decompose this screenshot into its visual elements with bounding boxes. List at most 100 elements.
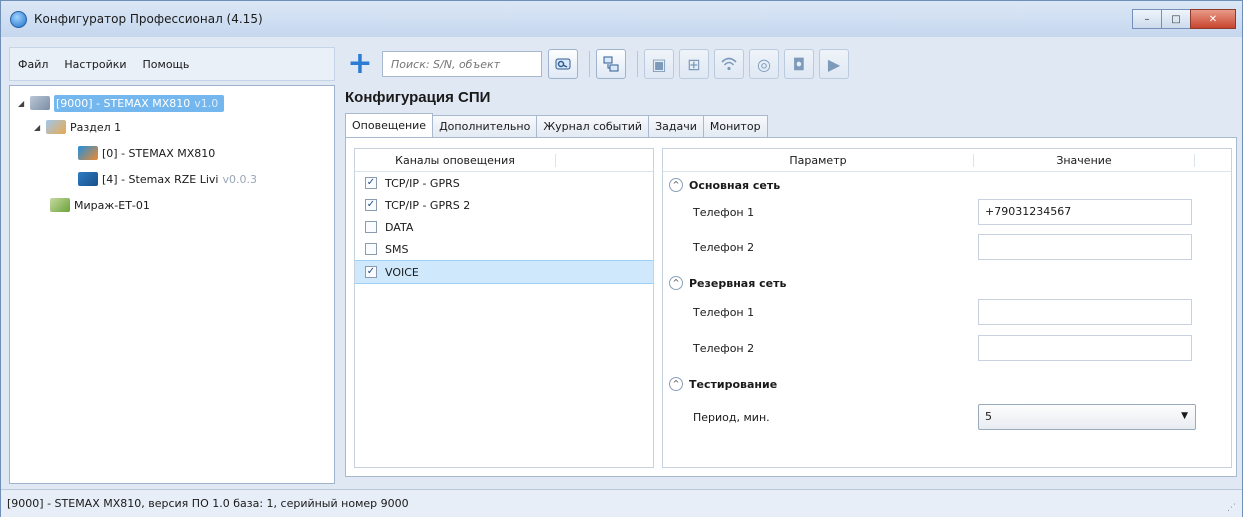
group-label: Резервная сеть — [689, 276, 787, 290]
search-button[interactable] — [548, 49, 578, 79]
channels-header-label: Каналы оповещения — [355, 153, 556, 167]
reserve-phone1-field[interactable] — [978, 299, 1192, 325]
dropdown-arrow-icon: ▼ — [1181, 411, 1188, 421]
usb-button[interactable]: ⊞ — [679, 49, 709, 79]
app-window: Конфигуратор Профессионал (4.15) – □ ✕ Ф… — [0, 0, 1243, 517]
satellite-icon — [30, 96, 50, 110]
globe-icon: ◎ — [757, 54, 771, 74]
channel-checkbox[interactable] — [365, 243, 377, 255]
main-panel: Конфигурация СПИ Оповещение Дополнительн… — [345, 85, 1237, 484]
menu-settings[interactable]: Настройки — [56, 58, 134, 71]
channel-label: TCP/IP - GPRS 2 — [385, 198, 471, 212]
group-testing[interactable]: ^ Тестирование — [669, 377, 777, 391]
globe-button[interactable]: ◎ — [749, 49, 779, 79]
param-label: Период, мин. — [693, 411, 770, 424]
usb-icon: ⊞ — [687, 54, 701, 74]
channel-checkbox[interactable]: ✓ — [365, 199, 377, 211]
tree-node-mirage[interactable]: Мираж-ЕТ-01 — [50, 194, 150, 216]
collapse-chevron-icon[interactable]: ^ — [669, 178, 683, 192]
period-select[interactable]: 5 ▼ — [978, 404, 1196, 430]
app-icon — [10, 10, 27, 28]
channel-row-sms[interactable]: SMS — [355, 238, 653, 260]
maximize-button[interactable]: □ — [1161, 9, 1191, 29]
search-input[interactable] — [382, 51, 542, 77]
collapse-icon: ◢ — [18, 98, 25, 108]
device-icon — [78, 172, 98, 186]
device-icon — [78, 146, 98, 160]
menu-help[interactable]: Помощь — [135, 58, 198, 71]
main-phone2-field[interactable] — [978, 234, 1192, 260]
close-button[interactable]: ✕ — [1190, 9, 1236, 29]
lock-icon: ▣ — [651, 54, 667, 74]
group-reserve-network[interactable]: ^ Резервная сеть — [669, 276, 786, 290]
tree-node-text: [4] - Stemax RZE Livi — [102, 172, 219, 186]
channel-row-data[interactable]: DATA — [355, 216, 653, 238]
parameters-grid: Параметр Значение ^ Основная сеть Телефон… — [662, 148, 1232, 468]
page-title: Конфигурация СПИ — [345, 89, 491, 106]
search-icon — [555, 58, 571, 70]
tab-tasks[interactable]: Задачи — [648, 115, 704, 137]
tree-node-version: v1.0 — [194, 96, 219, 110]
tree-node-label: [9000] - STEMAX MX810 v1.0 — [54, 94, 225, 112]
connect-button[interactable] — [596, 49, 626, 79]
param-label: Телефон 2 — [693, 241, 755, 254]
title-bar: Конфигуратор Профессионал (4.15) – □ ✕ — [1, 1, 1242, 37]
channels-list: Каналы оповещения ✓ TCP/IP - GPRS ✓ TCP/IP… — [354, 148, 654, 468]
reserve-phone2-field[interactable] — [978, 335, 1192, 361]
channel-checkbox[interactable] — [365, 221, 377, 233]
tree-node-mx810-child[interactable]: [0] - STEMAX MX810 — [78, 142, 215, 164]
collapse-icon: ◢ — [34, 122, 41, 132]
channel-checkbox[interactable]: ✓ — [365, 266, 377, 278]
channel-checkbox[interactable]: ✓ — [365, 177, 377, 189]
toolbar-separator — [589, 51, 590, 77]
wifi-button[interactable] — [714, 49, 744, 79]
toolbar: + ▣ ⊞ — [345, 47, 1237, 81]
channel-row-tcpip-gprs[interactable]: ✓ TCP/IP - GPRS — [355, 172, 653, 194]
tree-node-section[interactable]: ◢ Раздел 1 — [34, 116, 121, 138]
minimize-button[interactable]: – — [1132, 9, 1162, 29]
window-controls: – □ ✕ — [1132, 9, 1236, 29]
group-label: Основная сеть — [689, 178, 781, 192]
device-icon — [50, 198, 70, 212]
tree-node-text: [9000] - STEMAX MX810 — [56, 96, 191, 110]
main-phone1-field[interactable]: +79031234567 — [978, 199, 1192, 225]
resize-grip-icon[interactable]: ⋰ — [1227, 503, 1236, 513]
param-label: Телефон 1 — [693, 206, 755, 219]
parameters-header: Параметр Значение — [663, 149, 1231, 172]
play-icon: ▶ — [827, 54, 841, 74]
collapse-chevron-icon[interactable]: ^ — [669, 377, 683, 391]
menu-bar: Файл Настройки Помощь — [9, 47, 335, 81]
toolbar-separator — [637, 51, 638, 77]
param-label: Телефон 1 — [693, 306, 755, 319]
tree-node-rze[interactable]: [4] - Stemax RZE Livi v0.0.3 — [78, 168, 257, 190]
channel-label: DATA — [385, 220, 414, 234]
channel-label: SMS — [385, 242, 409, 256]
device-tree: ◢ [9000] - STEMAX MX810 v1.0 ◢ Раздел 1 [… — [9, 85, 335, 484]
group-label: Тестирование — [689, 377, 778, 391]
tab-additional[interactable]: Дополнительно — [432, 115, 538, 137]
channel-row-tcpip-gprs2[interactable]: ✓ TCP/IP - GPRS 2 — [355, 194, 653, 216]
menu-file[interactable]: Файл — [10, 58, 56, 71]
tab-monitor[interactable]: Монитор — [702, 115, 768, 137]
channel-label: VOICE — [385, 265, 419, 279]
column-header-value: Значение — [974, 153, 1195, 167]
group-main-network[interactable]: ^ Основная сеть — [669, 178, 780, 192]
tree-node-text: Мираж-ЕТ-01 — [74, 198, 150, 212]
channels-header: Каналы оповещения — [355, 149, 653, 172]
tree-node-text: [0] - STEMAX MX810 — [102, 146, 216, 160]
tab-notification[interactable]: Оповещение — [345, 113, 434, 137]
period-value: 5 — [985, 410, 992, 423]
window-title: Конфигуратор Профессионал (4.15) — [34, 12, 263, 26]
channel-row-voice[interactable]: ✓ VOICE — [355, 260, 653, 284]
param-label: Телефон 2 — [693, 342, 755, 355]
collapse-chevron-icon[interactable]: ^ — [669, 276, 683, 290]
tree-node-mx810[interactable]: ◢ [9000] - STEMAX MX810 v1.0 — [18, 92, 225, 114]
tab-content: Каналы оповещения ✓ TCP/IP - GPRS ✓ TCP/IP… — [345, 137, 1237, 477]
device-button[interactable]: ◘ — [784, 49, 814, 79]
tab-bar: Оповещение Дополнительно Журнал событий … — [345, 113, 768, 137]
lock-button[interactable]: ▣ — [644, 49, 674, 79]
tree-node-text: Раздел 1 — [70, 120, 122, 134]
play-button[interactable]: ▶ — [819, 49, 849, 79]
tab-event-log[interactable]: Журнал событий — [536, 115, 650, 137]
add-button[interactable]: + — [345, 49, 375, 79]
